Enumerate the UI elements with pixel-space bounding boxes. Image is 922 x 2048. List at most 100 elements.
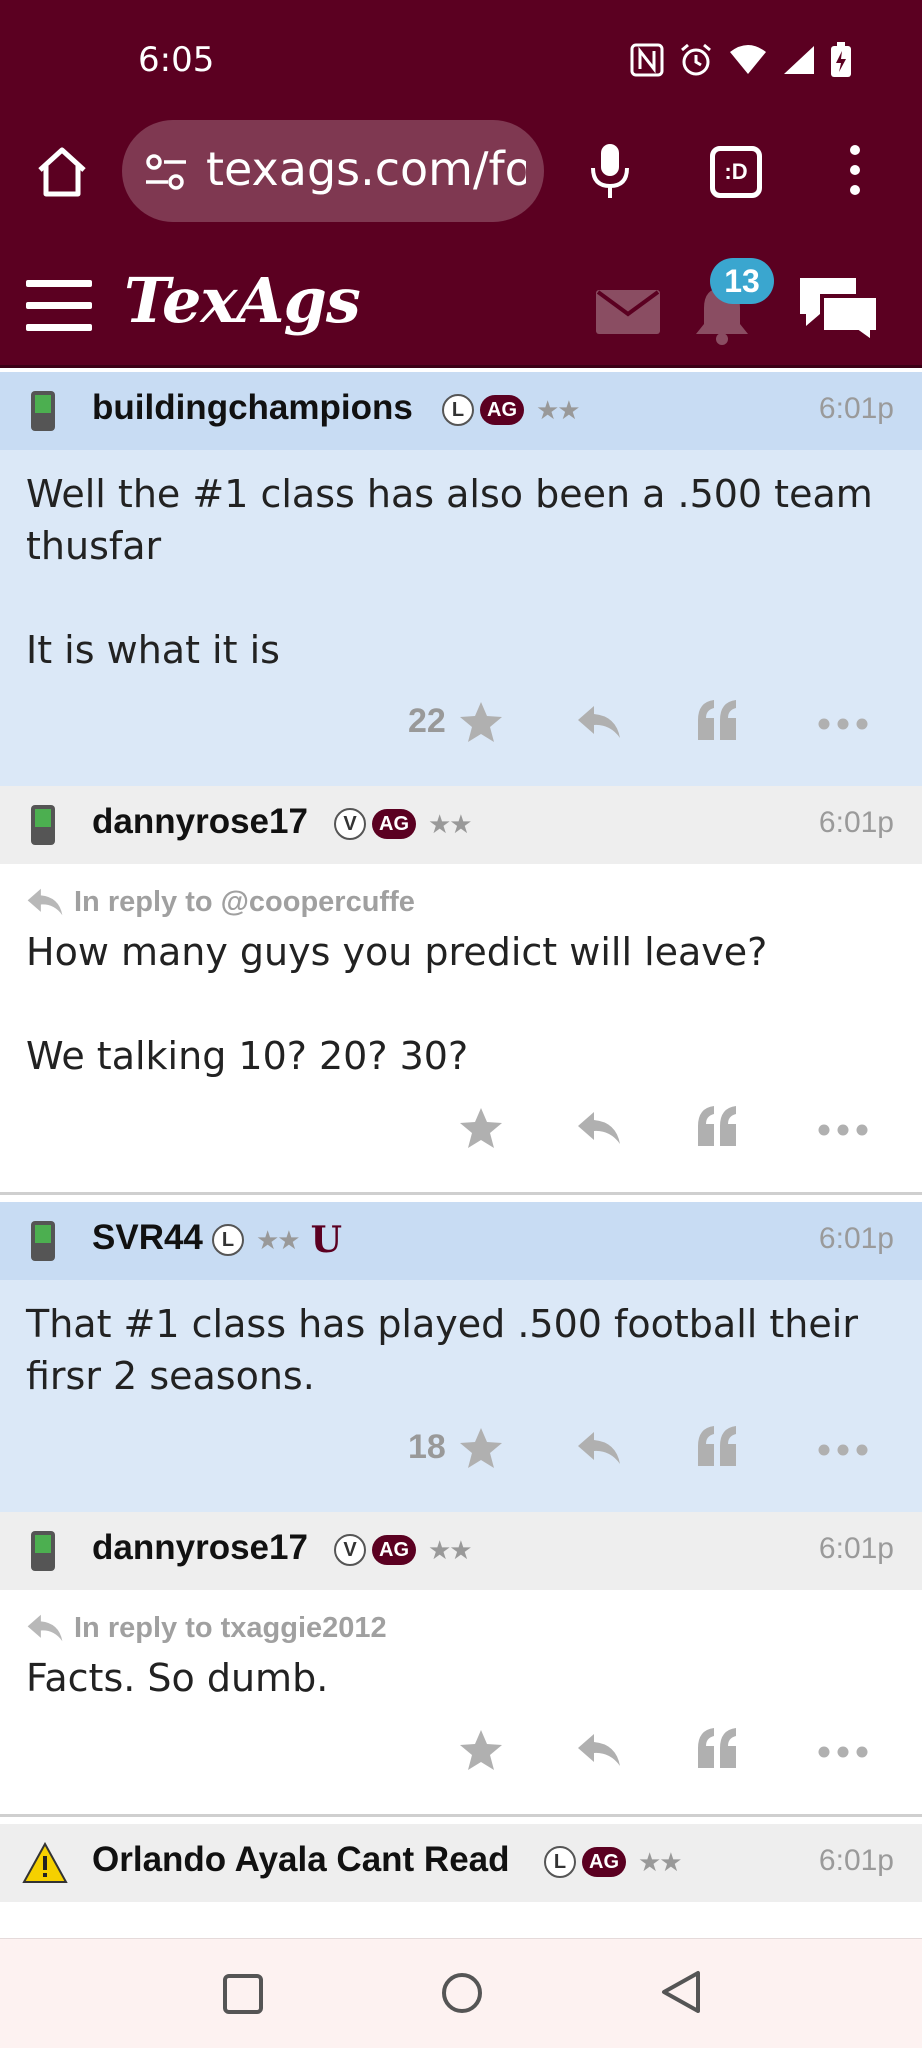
status-icons [630,42,852,78]
star-icon[interactable] [458,1728,504,1772]
star-rating: ★★ [536,394,581,425]
reply-icon[interactable] [576,1110,622,1146]
more-horiz-icon[interactable] [818,1746,868,1758]
user-badges: L ★★ U [212,1219,343,1261]
reply-icon[interactable] [576,1430,622,1466]
star-rating: ★★ [428,1534,473,1565]
mobile-phone-icon [31,1531,55,1571]
nfc-icon [630,43,664,77]
site-logo[interactable]: TexAgs [124,264,361,337]
reply-reference[interactable]: In reply to @coopercuffe [26,882,896,922]
post-text: Facts. So dumb. [26,1656,329,1700]
star-count: 18 [408,1428,446,1466]
more-horiz-icon[interactable] [818,1444,868,1456]
ag-badge: AG [582,1847,626,1877]
post-actions [0,1704,922,1814]
post: dannyrose17 V AG ★★ 6:01p In reply to tx… [0,1512,922,1817]
star-rating: ★★ [428,808,473,839]
u-icon: U [310,1219,343,1261]
post-header: Orlando Ayala Cant Read L AG ★★ 6:01p [0,1824,922,1902]
post-actions: 22 [0,676,922,786]
post-actions [0,1082,922,1192]
back-button[interactable] [660,1969,702,2015]
reply-icon[interactable] [576,1732,622,1768]
verified-badge: V [334,1534,366,1566]
reply-arrow-icon [27,888,63,916]
more-vert-icon[interactable] [848,144,862,196]
reply-icon[interactable] [576,704,622,740]
ag-badge: AG [372,809,416,839]
post: dannyrose17 V AG ★★ 6:01p In reply to @c… [0,786,922,1195]
post-time: 6:01p [818,1532,894,1565]
quote-icon[interactable] [696,1104,740,1146]
post-actions: 18 [0,1402,922,1512]
username[interactable]: Orlando Ayala Cant Read [92,1840,510,1880]
post-text: How many guys you predict will leave? [26,930,768,974]
notification-count-badge: 13 [710,258,774,304]
alarm-icon [681,43,711,76]
user-badges: L AG ★★ [544,1846,683,1878]
post: Orlando Ayala Cant Read L AG ★★ 6:01p [0,1824,922,1938]
lifetime-badge: L [544,1846,576,1878]
post-time: 6:01p [818,806,894,839]
post: SVR44 L ★★ U 6:01p That #1 class has pla… [0,1202,922,1515]
warning-icon [22,1842,68,1883]
post-time: 6:01p [818,392,894,425]
star-count: 22 [408,702,446,740]
post-header: SVR44 L ★★ U 6:01p [0,1202,922,1280]
post-body: In reply to @coopercuffe How many guys y… [0,864,922,1082]
quote-icon[interactable] [696,1726,740,1768]
username[interactable]: dannyrose17 [92,1528,308,1568]
post-time: 6:01p [818,1844,894,1877]
chat-icon[interactable] [796,274,882,344]
home-icon[interactable] [34,144,90,200]
mobile-phone-icon [31,391,55,431]
star-rating: ★★ [256,1224,301,1255]
post: buildingchampions L AG ★★ 6:01p Well the… [0,372,922,789]
star-icon[interactable] [458,700,504,744]
more-horiz-icon[interactable] [818,718,868,730]
address-bar[interactable]: texags.com/for [122,120,544,222]
user-badges: V AG ★★ [334,1534,473,1566]
verified-badge: V [334,808,366,840]
battery-charging-icon [831,42,851,77]
lifetime-badge: L [212,1224,244,1256]
user-badges: V AG ★★ [334,808,473,840]
system-navigation-bar [0,1938,922,2048]
reply-to-text: In reply to @coopercuffe [74,886,415,918]
lifetime-badge: L [442,394,474,426]
quote-icon[interactable] [696,698,740,740]
quote-icon[interactable] [696,1424,740,1466]
microphone-icon[interactable] [588,142,632,202]
menu-icon[interactable] [26,280,92,332]
post-header: dannyrose17 V AG ★★ 6:01p [0,786,922,864]
mail-icon[interactable] [596,290,660,334]
post-text: It is what it is [26,628,280,672]
home-button[interactable] [440,1971,484,2015]
tab-switcher-button[interactable]: :D [710,146,762,198]
post-body: In reply to txaggie2012 Facts. So dumb. [0,1590,922,1704]
ag-badge: AG [372,1535,416,1565]
more-horiz-icon[interactable] [818,1124,868,1136]
mobile-phone-icon [31,805,55,845]
username[interactable]: buildingchampions [92,388,413,428]
wifi-icon [730,45,766,74]
post-text: We talking 10? 20? 30? [26,1034,469,1078]
star-icon[interactable] [458,1106,504,1150]
reply-reference[interactable]: In reply to txaggie2012 [26,1608,896,1648]
signal-icon [784,46,814,74]
username[interactable]: SVR44 [92,1218,203,1258]
recents-button[interactable] [222,1973,264,2015]
status-bar: 6:05 [0,0,922,120]
star-icon[interactable] [458,1426,504,1470]
mobile-phone-icon [31,1221,55,1261]
site-settings-icon[interactable] [144,152,188,192]
reply-arrow-icon [27,1614,63,1642]
post-body: That #1 class has played .500 football t… [0,1280,922,1402]
ag-badge: AG [480,395,524,425]
site-header: TexAgs 13 [0,258,922,368]
username[interactable]: dannyrose17 [92,802,308,842]
reply-to-text: In reply to txaggie2012 [74,1612,387,1644]
url-text: texags.com/for [206,142,526,196]
status-time: 6:05 [138,40,215,80]
